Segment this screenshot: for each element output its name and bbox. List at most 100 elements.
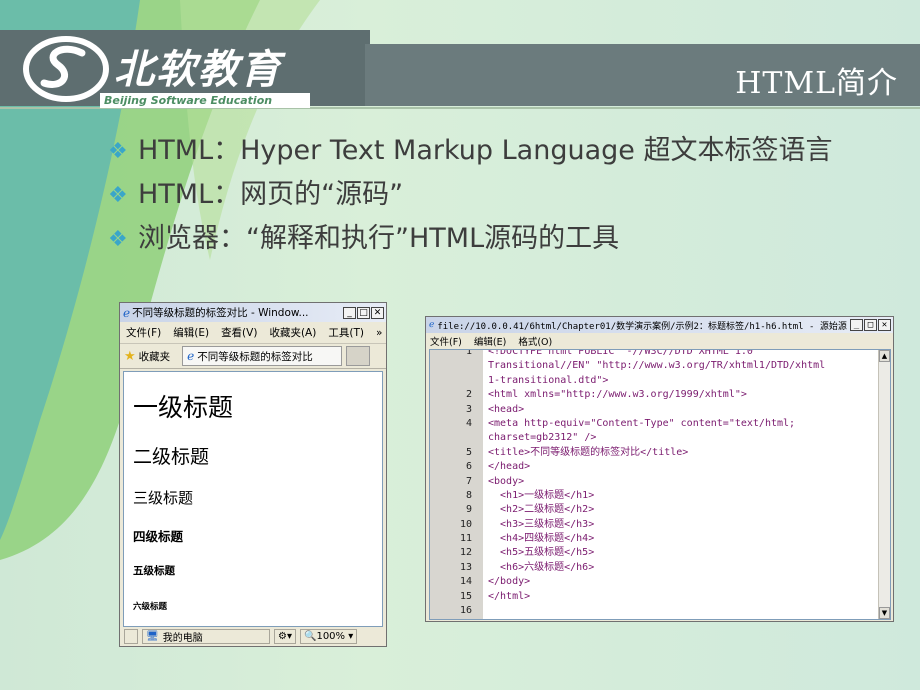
- diamond-bullet-icon: ❖: [108, 183, 128, 208]
- minimize-button[interactable]: _: [850, 319, 863, 331]
- bullet-list: ❖ HTML：Hyper Text Markup Language 超文本标签语…: [108, 135, 868, 267]
- line-text: <head>: [488, 403, 525, 415]
- code-line: 9 <h2>二级标题</h2>: [430, 503, 880, 517]
- bullet-text: 浏览器：“解释和执行”HTML源码的工具: [138, 223, 620, 254]
- code-line: 14 </body>: [430, 575, 880, 589]
- zoom-level: 100%: [316, 630, 346, 642]
- ie-icon: ℯ: [429, 320, 435, 330]
- browser-window: ℯ 不同等级标题的标签对比 - Window... _ □ ✕ 文件(F) 编辑…: [119, 302, 387, 647]
- heading-h6: 六级标题: [133, 602, 168, 612]
- tab-label: 不同等级标题的标签对比: [197, 350, 313, 363]
- source-code-area[interactable]: 1 <!DOCTYPE html PUBLIC "-//W3C//DTD XHTM…: [429, 349, 891, 620]
- favorites-bar: ★ 收藏夹 ℯ 不同等级标题的标签对比: [120, 344, 386, 369]
- code-line: 16: [430, 604, 880, 618]
- browser-title-bar: ℯ 不同等级标题的标签对比 - Window... _ □ ✕: [120, 303, 386, 322]
- line-number: 1: [465, 349, 472, 357]
- minimize-button[interactable]: _: [343, 306, 356, 319]
- line-number: [430, 374, 472, 388]
- code-line: 2 <html xmlns="http://www.w3.org/1999/xht…: [430, 388, 880, 402]
- line-text: <h6>六级标题</h6>: [488, 561, 595, 573]
- code-line: 12 <h5>五级标题</h5>: [430, 546, 880, 560]
- line-text: <!DOCTYPE html PUBLIC "-//W3C//DTD XHTML…: [488, 349, 753, 357]
- heading-h3: 三级标题: [133, 489, 194, 507]
- line-text: <h2>二级标题</h2>: [488, 504, 595, 516]
- line-number: 13: [459, 561, 472, 573]
- heading-h5: 五级标题: [133, 565, 175, 577]
- zoom-icon: 🔍: [304, 630, 317, 642]
- line-text: <meta http-equiv="Content-Type" content=…: [488, 417, 796, 429]
- status-computer: 我的电脑: [162, 632, 203, 644]
- line-number: 6: [465, 461, 472, 473]
- menu-view[interactable]: 查看(V): [221, 325, 257, 340]
- line-number: [430, 359, 472, 373]
- bullet-item: ❖ HTML：Hyper Text Markup Language 超文本标签语…: [108, 135, 868, 169]
- line-text: <body>: [488, 475, 525, 487]
- ie-icon: ℯ: [187, 349, 195, 363]
- code-line: 1 <!DOCTYPE html PUBLIC "-//W3C//DTD XHTM…: [430, 349, 880, 359]
- line-number: 2: [465, 389, 472, 401]
- code-line: Transitional//EN" "http://www.w3.org/TR/…: [430, 359, 880, 373]
- code-line: 15 </html>: [430, 590, 880, 604]
- source-title: file://10.0.0.41/6html/Chapter01/数学演示案例/…: [437, 321, 847, 332]
- close-button[interactable]: ✕: [878, 319, 891, 331]
- line-number: 8: [465, 489, 472, 501]
- line-number: 10: [459, 518, 472, 530]
- code-line: 7 <body>: [430, 475, 880, 489]
- scroll-up-arrow-icon[interactable]: ▲: [879, 350, 890, 362]
- favorites-button[interactable]: 收藏夹: [139, 349, 171, 364]
- line-number: 5: [465, 446, 472, 458]
- menu-tools[interactable]: 工具(T): [328, 325, 364, 340]
- line-text: 1-transitional.dtd">: [488, 374, 609, 386]
- new-tab-button[interactable]: [346, 346, 371, 366]
- close-button[interactable]: ✕: [371, 306, 384, 319]
- code-line: 11 <h4>四级标题</h4>: [430, 532, 880, 546]
- diamond-bullet-icon: ❖: [108, 227, 128, 252]
- line-number: 14: [459, 576, 472, 588]
- ie-icon: ℯ: [123, 305, 131, 320]
- heading-h4: 四级标题: [133, 529, 184, 544]
- code-line: 1-transitional.dtd">: [430, 374, 880, 388]
- menu-file[interactable]: 文件(F): [126, 325, 161, 340]
- line-text: </html>: [488, 590, 531, 602]
- line-number: 3: [465, 403, 472, 415]
- browser-tab[interactable]: ℯ 不同等级标题的标签对比: [182, 346, 343, 366]
- menu-edit[interactable]: 编辑(E): [474, 334, 506, 348]
- bullet-item: ❖ HTML：网页的“源码”: [108, 179, 868, 213]
- vertical-scrollbar[interactable]: ▲ ▼: [878, 350, 890, 619]
- line-text: <h3>三级标题</h3>: [488, 518, 595, 530]
- bullet-text: HTML：网页的“源码”: [138, 179, 404, 210]
- menu-more[interactable]: »: [376, 327, 382, 339]
- browser-menu-bar: 文件(F) 编辑(E) 查看(V) 收藏夹(A) 工具(T) »: [120, 322, 386, 344]
- maximize-button[interactable]: □: [357, 306, 370, 319]
- window-controls: _ □ ✕: [850, 319, 893, 331]
- menu-edit[interactable]: 编辑(E): [173, 325, 209, 340]
- line-text: <h4>四级标题</h4>: [488, 533, 595, 545]
- protected-mode-button[interactable]: ⚙ ▾: [274, 628, 296, 644]
- menu-format[interactable]: 格式(O): [518, 334, 552, 348]
- source-title-bar: ℯ file://10.0.0.41/6html/Chapter01/数学演示案…: [426, 317, 893, 333]
- line-text: </body>: [488, 576, 531, 588]
- line-number: [430, 431, 472, 445]
- browser-page: 一级标题 二级标题 三级标题 四级标题 五级标题 六级标题: [123, 371, 383, 627]
- scroll-down-arrow-icon[interactable]: ▼: [879, 607, 890, 619]
- zoom-button[interactable]: 🔍 100% ▾: [300, 628, 358, 644]
- menu-file[interactable]: 文件(F): [430, 334, 462, 348]
- diamond-bullet-icon: ❖: [108, 139, 128, 164]
- code-lines: 1 <!DOCTYPE html PUBLIC "-//W3C//DTD XHTM…: [430, 349, 880, 618]
- code-line: 13 <h6>六级标题</h6>: [430, 561, 880, 575]
- code-line: 8 <h1>一级标题</h1>: [430, 489, 880, 503]
- line-text: <h5>五级标题</h5>: [488, 547, 595, 559]
- logo-chinese-text: 北软教育: [114, 47, 282, 93]
- menu-favorites[interactable]: 收藏夹(A): [269, 325, 316, 340]
- code-line: 3 <head>: [430, 403, 880, 417]
- line-number: 16: [459, 605, 472, 617]
- source-view-window: ℯ file://10.0.0.41/6html/Chapter01/数学演示案…: [425, 316, 894, 622]
- line-text: charset=gb2312" />: [488, 432, 597, 444]
- status-cell: [124, 628, 138, 644]
- line-number: 11: [459, 533, 472, 545]
- window-controls: _ □ ✕: [343, 306, 386, 319]
- line-text: <h1>一级标题</h1>: [488, 489, 595, 501]
- maximize-button[interactable]: □: [864, 319, 877, 331]
- line-number: 7: [465, 475, 472, 487]
- code-line: 6 </head>: [430, 460, 880, 474]
